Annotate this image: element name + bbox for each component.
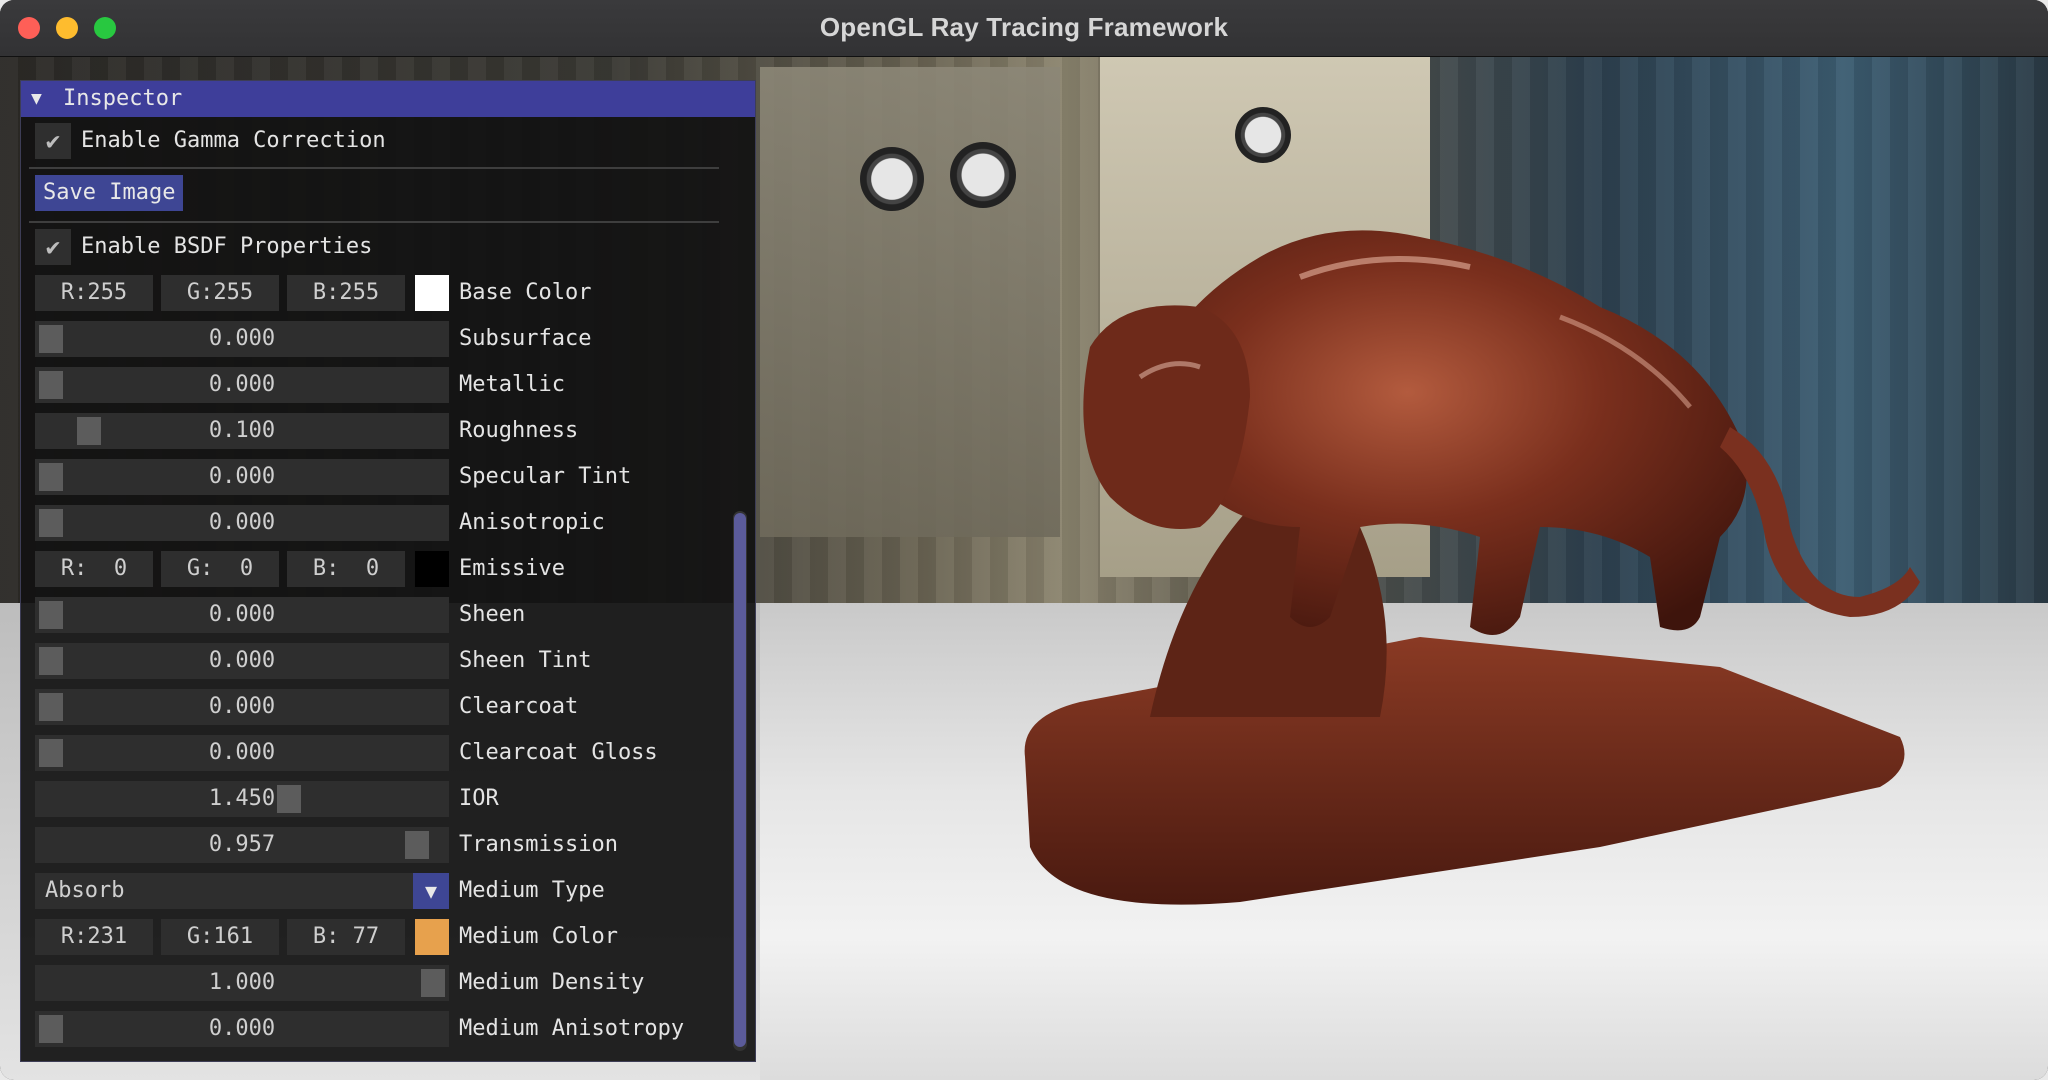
medium-type-label: Medium Type [459, 878, 605, 903]
metallic-value: 0.000 [208, 372, 276, 397]
anisotropic-label: Anisotropic [459, 510, 605, 535]
checkmark-icon: ✔ [45, 233, 61, 261]
sheen-slider[interactable]: 0.000 [35, 597, 449, 633]
medium-color-row: R:231 G:161 B: 77 Medium Color [35, 919, 725, 957]
medium-anisotropy-slider[interactable]: 0.000 [35, 1011, 449, 1047]
ior-value: 1.450 [208, 786, 276, 811]
sheen-tint-row: 0.000 Sheen Tint [35, 643, 725, 681]
sheen-row: 0.000 Sheen [35, 597, 725, 635]
medium-density-value: 1.000 [208, 970, 276, 995]
medium-color-g-field[interactable]: G:161 [161, 919, 279, 955]
clearcoat-slider[interactable]: 0.000 [35, 689, 449, 725]
roughness-row: 0.100 Roughness [35, 413, 725, 451]
medium-density-slider[interactable]: 1.000 [35, 965, 449, 1001]
specular-tint-row: 0.000 Specular Tint [35, 459, 725, 497]
medium-type-dropdown[interactable]: Absorb ▼ [35, 873, 449, 909]
metallic-label: Metallic [459, 372, 565, 397]
separator [29, 167, 719, 169]
medium-anisotropy-label: Medium Anisotropy [459, 1016, 685, 1041]
title-bar: OpenGL Ray Tracing Framework [0, 0, 2048, 57]
clearcoat-gloss-label: Clearcoat Gloss [459, 740, 658, 765]
emissive-g-field[interactable]: G: 0 [161, 551, 279, 587]
bsdf-properties-checkbox[interactable]: ✔ [35, 229, 71, 265]
bsdf-properties-label: Enable BSDF Properties [81, 234, 373, 259]
medium-type-value: Absorb [45, 878, 125, 903]
sheen-label: Sheen [459, 602, 526, 627]
emissive-swatch[interactable] [415, 551, 449, 587]
base-color-row: R:255 G:255 B:255 Base Color [35, 275, 725, 313]
specular-tint-label: Specular Tint [459, 464, 632, 489]
base-color-b-field[interactable]: B:255 [287, 275, 405, 311]
chevron-down-icon[interactable]: ▼ [413, 873, 449, 909]
anisotropic-value: 0.000 [208, 510, 276, 535]
bsdf-properties-row: ✔ Enable BSDF Properties [35, 229, 725, 267]
specular-tint-slider[interactable]: 0.000 [35, 459, 449, 495]
roughness-value: 0.100 [208, 418, 276, 443]
emissive-r-field[interactable]: R: 0 [35, 551, 153, 587]
ior-label: IOR [459, 786, 499, 811]
base-color-swatch[interactable] [415, 275, 449, 311]
base-color-r-field[interactable]: R:255 [35, 275, 153, 311]
emissive-b-field[interactable]: B: 0 [287, 551, 405, 587]
scrollbar-thumb[interactable] [734, 513, 746, 1047]
medium-density-label: Medium Density [459, 970, 645, 995]
medium-anisotropy-value: 0.000 [208, 1016, 276, 1041]
emissive-label: Emissive [459, 556, 565, 581]
collapse-triangle-icon[interactable]: ▼ [31, 81, 42, 117]
gamma-correction-label: Enable Gamma Correction [81, 128, 386, 153]
sheen-tint-label: Sheen Tint [459, 648, 592, 673]
subsurface-slider[interactable]: 0.000 [35, 321, 449, 357]
checkmark-icon: ✔ [45, 127, 61, 155]
roughness-slider[interactable]: 0.100 [35, 413, 449, 449]
clearcoat-value: 0.000 [208, 694, 276, 719]
base-color-g-field[interactable]: G:255 [161, 275, 279, 311]
clearcoat-gloss-slider[interactable]: 0.000 [35, 735, 449, 771]
sheen-tint-value: 0.000 [208, 648, 276, 673]
anisotropic-row: 0.000 Anisotropic [35, 505, 725, 543]
transmission-slider[interactable]: 0.957 [35, 827, 449, 863]
metallic-row: 0.000 Metallic [35, 367, 725, 405]
inspector-header[interactable]: ▼ Inspector [21, 81, 755, 117]
clearcoat-gloss-value: 0.000 [208, 740, 276, 765]
save-image-row: Save Image [35, 175, 725, 213]
subsurface-value: 0.000 [208, 326, 276, 351]
transmission-value: 0.957 [208, 832, 276, 857]
metallic-slider[interactable]: 0.000 [35, 367, 449, 403]
transmission-label: Transmission [459, 832, 618, 857]
emissive-row: R: 0 G: 0 B: 0 Emissive [35, 551, 725, 589]
gamma-correction-checkbox[interactable]: ✔ [35, 123, 71, 159]
medium-color-b-field[interactable]: B: 77 [287, 919, 405, 955]
ior-row: 1.450 IOR [35, 781, 725, 819]
medium-color-label: Medium Color [459, 924, 618, 949]
clearcoat-label: Clearcoat [459, 694, 579, 719]
panther-sculpture [1024, 230, 1920, 905]
medium-color-r-field[interactable]: R:231 [35, 919, 153, 955]
base-color-label: Base Color [459, 280, 592, 305]
specular-tint-value: 0.000 [208, 464, 276, 489]
subsurface-row: 0.000 Subsurface [35, 321, 725, 359]
sheen-value: 0.000 [208, 602, 276, 627]
sheen-tint-slider[interactable]: 0.000 [35, 643, 449, 679]
gamma-correction-row: ✔ Enable Gamma Correction [35, 123, 725, 161]
medium-type-row: Absorb ▼ Medium Type [35, 873, 725, 911]
subsurface-label: Subsurface [459, 326, 592, 351]
medium-color-swatch[interactable] [415, 919, 449, 955]
inspector-title: Inspector [63, 86, 183, 111]
clearcoat-gloss-row: 0.000 Clearcoat Gloss [35, 735, 725, 773]
background-gauge [1235, 107, 1291, 163]
app-window: OpenGL Ray Tracing Framework ▼ Inspector… [0, 0, 2048, 1080]
ior-slider[interactable]: 1.450 [35, 781, 449, 817]
inspector-panel: ▼ Inspector ✔ Enable Gamma Correction Sa… [20, 80, 756, 1062]
medium-density-row: 1.000 Medium Density [35, 965, 725, 1003]
roughness-label: Roughness [459, 418, 579, 443]
anisotropic-slider[interactable]: 0.000 [35, 505, 449, 541]
medium-anisotropy-row: 0.000 Medium Anisotropy [35, 1011, 725, 1049]
save-image-button[interactable]: Save Image [35, 175, 184, 211]
separator [29, 221, 719, 223]
background-gauge [860, 147, 924, 211]
window-title: OpenGL Ray Tracing Framework [819, 12, 1229, 42]
clearcoat-row: 0.000 Clearcoat [35, 689, 725, 727]
transmission-row: 0.957 Transmission [35, 827, 725, 865]
